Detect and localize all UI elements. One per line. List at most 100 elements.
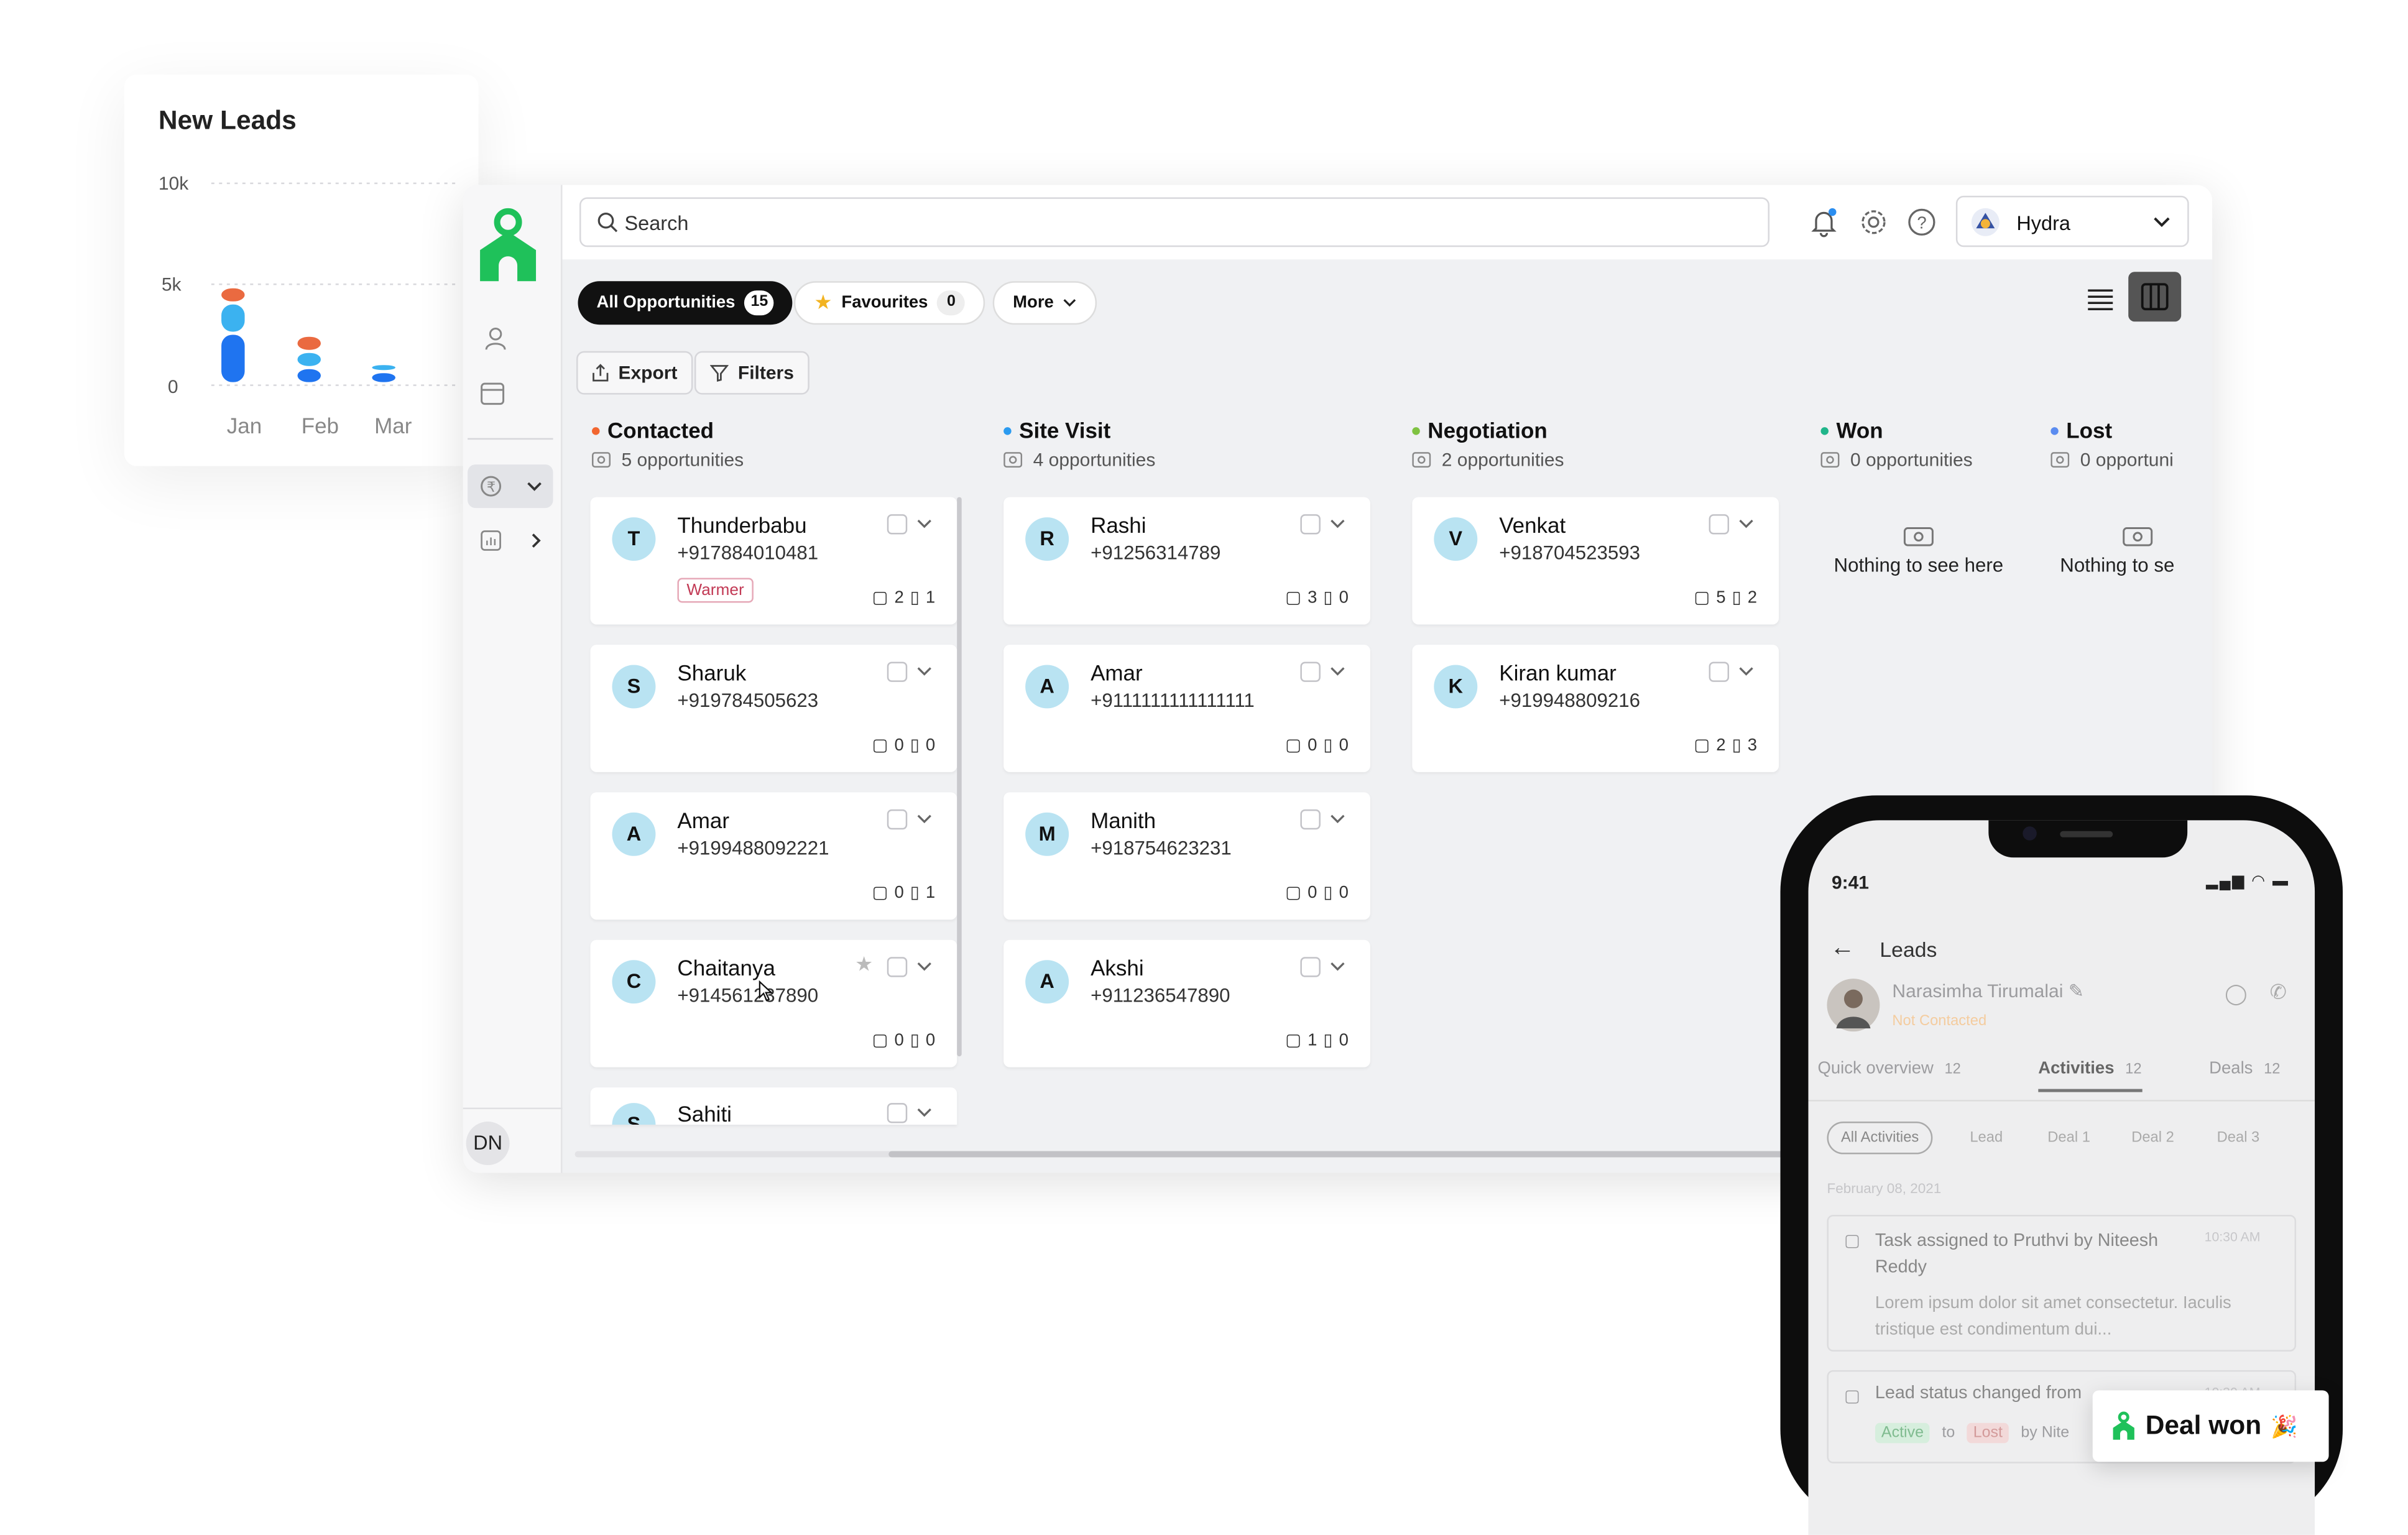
lead-name: Thunderbabu	[677, 512, 807, 538]
select-checkbox[interactable]	[887, 1103, 908, 1123]
money-icon	[2123, 527, 2153, 546]
currency-icon: ₹	[481, 476, 502, 497]
list-view-icon[interactable]	[2085, 284, 2116, 315]
column-header-site-visit: Site Visit 4 opportunities	[1003, 418, 1155, 471]
chevron-down-icon[interactable]	[1328, 957, 1347, 975]
sidebar-item-opportunities[interactable]: ₹	[468, 464, 553, 509]
deal-won-toast: Deal won 🎉	[2092, 1390, 2329, 1462]
chevron-down-icon[interactable]	[1328, 809, 1347, 828]
tab-quick-overview[interactable]: Quick overview 12	[1817, 1059, 1960, 1078]
task-icon: ▢	[1694, 736, 1710, 755]
lead-card[interactable]: R Rashi +91256314789 ▢ 3 ▯ 0	[1003, 497, 1370, 625]
chip-lead[interactable]: Lead	[1970, 1130, 2003, 1146]
chevron-down-icon[interactable]	[915, 957, 934, 975]
select-checkbox[interactable]	[887, 957, 908, 977]
note-icon: ▯	[1323, 736, 1333, 755]
sidebar-divider	[468, 438, 553, 440]
chevron-down-icon[interactable]	[915, 661, 934, 680]
column-scrollbar[interactable]	[957, 497, 962, 1057]
board-view-button[interactable]	[2128, 272, 2182, 322]
lead-card[interactable]: M Manith +918754623231 ▢ 0 ▯ 0	[1003, 792, 1370, 920]
chip-all-activities[interactable]: All Activities	[1827, 1122, 1933, 1155]
card-meta: ▢ 0 ▯ 0	[872, 735, 935, 755]
lead-phone: +918754623231	[1091, 837, 1232, 859]
select-checkbox[interactable]	[1300, 957, 1321, 977]
select-checkbox[interactable]	[1300, 809, 1321, 830]
more-dropdown[interactable]: More	[992, 281, 1097, 325]
task-count: 0	[1308, 883, 1317, 902]
person-icon[interactable]	[482, 325, 510, 353]
edit-icon[interactable]: ✎	[2069, 980, 2084, 1002]
lead-card[interactable]: A Amar +9199488092221 ▢ 0 ▯ 1	[590, 792, 957, 920]
gear-icon[interactable]	[1858, 206, 1889, 237]
select-checkbox[interactable]	[1709, 514, 1730, 535]
activity-card[interactable]: ▢ Task assigned to Pruthvi by Niteesh Re…	[1827, 1214, 2297, 1352]
chevron-down-icon[interactable]	[915, 514, 934, 533]
board-scrollbar-thumb[interactable]	[888, 1151, 1787, 1158]
whatsapp-icon[interactable]: ◯	[2225, 982, 2247, 1007]
chevron-down-icon[interactable]	[915, 809, 934, 828]
mouse-cursor-icon	[759, 980, 773, 1002]
board-view-icon	[2141, 283, 2169, 311]
user-avatar[interactable]: DN	[466, 1122, 510, 1166]
tab-favourites[interactable]: ★ Favourites 0	[793, 281, 985, 325]
lead-card[interactable]: C Chaitanya +914561237890 ★ ▢ 0 ▯ 0	[590, 939, 957, 1067]
lead-card[interactable]: A Akshi +911236547890 ▢ 1 ▯ 0	[1003, 939, 1370, 1067]
select-checkbox[interactable]	[887, 809, 908, 830]
card-meta: ▢ 2 ▯ 1	[872, 588, 935, 607]
lead-card[interactable]: A Amar +9111111111111111 ▢ 0 ▯ 0	[1003, 644, 1370, 772]
sidebar-item-reports[interactable]	[468, 519, 553, 563]
chevron-down-icon[interactable]	[1737, 514, 1756, 533]
avatar: V	[1434, 517, 1478, 561]
select-checkbox[interactable]	[1300, 514, 1321, 535]
chevron-down-icon[interactable]	[1328, 514, 1347, 533]
chip-deal-3[interactable]: Deal 3	[2217, 1130, 2260, 1146]
lead-phone: +91256314789	[1091, 542, 1221, 565]
lead-card[interactable]: T Thunderbabu +917884010481 Warmer ▢ 2 ▯ 1	[590, 497, 957, 625]
money-icon	[592, 452, 611, 468]
card-meta: ▢ 5 ▯ 2	[1694, 588, 1757, 607]
lead-phone: +914561237890	[677, 985, 819, 1007]
status-badge-active: Active	[1875, 1422, 1930, 1444]
lead-name: Amar	[1091, 660, 1143, 685]
search-input[interactable]: Search	[579, 197, 1770, 247]
new-leads-chart-card: New Leads 10k 5k 0 Jan Feb Mar	[124, 74, 479, 466]
note-count: 2	[1747, 588, 1758, 607]
select-checkbox[interactable]	[1300, 661, 1321, 682]
bell-icon[interactable]	[1808, 206, 1839, 237]
phone-icon[interactable]: ✆	[2270, 980, 2287, 1005]
favourite-star-icon[interactable]: ★	[855, 952, 873, 977]
lead-card[interactable]: V Venkat +918704523593 ▢ 5 ▯ 2	[1412, 497, 1779, 625]
sidebar: ₹ DN	[463, 185, 563, 1173]
chevron-down-icon[interactable]	[1328, 661, 1347, 680]
chevron-down-icon[interactable]	[1737, 661, 1756, 680]
card-meta: ▢ 0 ▯ 0	[1285, 735, 1349, 755]
export-label: Export	[618, 362, 678, 384]
lead-card[interactable]: K Kiran kumar +919948809216 ▢ 2 ▯ 3	[1412, 644, 1779, 772]
back-arrow-icon[interactable]: ←	[1830, 935, 1855, 963]
help-icon[interactable]: ?	[1906, 206, 1937, 237]
calendar-icon[interactable]	[479, 379, 507, 407]
export-button[interactable]: Export	[576, 351, 693, 395]
chip-deal-1[interactable]: Deal 1	[2047, 1130, 2090, 1146]
lead-card[interactable]: S Sahiti	[590, 1087, 957, 1125]
workspace-selector[interactable]: Hydra	[1955, 195, 2189, 247]
column-title: Lost	[2066, 418, 2113, 443]
select-checkbox[interactable]	[887, 514, 908, 535]
lead-card[interactable]: S Sharuk +919784505623 ▢ 0 ▯ 0	[590, 644, 957, 772]
temperature-tag: Warmer	[677, 578, 754, 603]
column-header-won: Won 0 opportunities	[1820, 418, 1973, 471]
filters-button[interactable]: Filters	[694, 351, 810, 395]
task-icon: ▢	[1285, 1031, 1302, 1051]
column-header-lost: Lost 0 opportuni	[2050, 418, 2184, 471]
select-checkbox[interactable]	[1709, 661, 1730, 682]
select-checkbox[interactable]	[887, 661, 908, 682]
chip-deal-2[interactable]: Deal 2	[2131, 1130, 2174, 1146]
note-icon: ▯	[1732, 589, 1741, 607]
tab-deals[interactable]: Deals 12	[2209, 1059, 2280, 1078]
task-count: 0	[1308, 735, 1317, 755]
tab-activities[interactable]: Activities 12	[2038, 1059, 2142, 1092]
tab-all-opportunities[interactable]: All Opportunities 15	[578, 281, 793, 325]
brand-logo[interactable]	[476, 206, 541, 284]
chevron-down-icon[interactable]	[915, 1103, 934, 1122]
